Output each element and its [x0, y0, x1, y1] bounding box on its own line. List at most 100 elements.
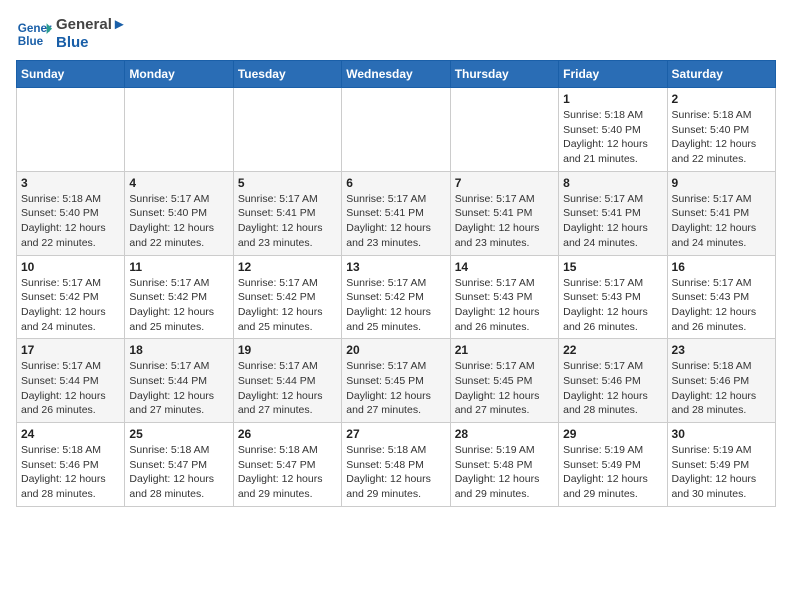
day-info: Sunrise: 5:17 AM Sunset: 5:42 PM Dayligh… [21, 276, 120, 335]
calendar-cell: 15Sunrise: 5:17 AM Sunset: 5:43 PM Dayli… [559, 255, 667, 339]
calendar-cell: 25 Sunrise: 5:18 AM Sunset: 5:47 PM Dayli… [125, 423, 233, 507]
day-info: Sunrise: 5:17 AM Sunset: 5:43 PM Dayligh… [563, 276, 662, 335]
day-info: Sunrise: 5:17 AM Sunset: 5:46 PM Dayligh… [563, 359, 662, 418]
calendar-week-2: 3Sunrise: 5:18 AM Sunset: 5:40 PM Daylig… [17, 171, 776, 255]
day-number: 23 [672, 343, 771, 357]
day-info: Sunrise: 5:17 AM Sunset: 5:41 PM Dayligh… [346, 192, 445, 251]
day-info: Sunrise: 5:18 AM Sunset: 5:47 PM Dayligh… [129, 443, 228, 502]
day-number: 5 [238, 176, 337, 190]
day-info: Sunrise: 5:17 AM Sunset: 5:41 PM Dayligh… [455, 192, 554, 251]
day-number: 8 [563, 176, 662, 190]
day-info: Sunrise: 5:19 AM Sunset: 5:49 PM Dayligh… [672, 443, 771, 502]
calendar-cell: 3Sunrise: 5:18 AM Sunset: 5:40 PM Daylig… [17, 171, 125, 255]
calendar-cell: 9Sunrise: 5:17 AM Sunset: 5:41 PM Daylig… [667, 171, 775, 255]
day-info: Sunrise: 5:17 AM Sunset: 5:43 PM Dayligh… [672, 276, 771, 335]
day-number: 13 [346, 260, 445, 274]
weekday-header-thursday: Thursday [450, 61, 558, 88]
day-info: Sunrise: 5:17 AM Sunset: 5:41 PM Dayligh… [563, 192, 662, 251]
calendar-table: SundayMondayTuesdayWednesdayThursdayFrid… [16, 60, 776, 507]
calendar-cell: 26Sunrise: 5:18 AM Sunset: 5:47 PM Dayli… [233, 423, 341, 507]
calendar-cell: 20 Sunrise: 5:17 AM Sunset: 5:45 PM Dayli… [342, 339, 450, 423]
day-info: Sunrise: 5:17 AM Sunset: 5:40 PM Dayligh… [129, 192, 228, 251]
page-header: General Blue General► Blue [16, 16, 776, 52]
weekday-header-wednesday: Wednesday [342, 61, 450, 88]
day-info: Sunrise: 5:18 AM Sunset: 5:40 PM Dayligh… [563, 108, 662, 167]
day-number: 1 [563, 92, 662, 106]
calendar-cell: 21 Sunrise: 5:17 AM Sunset: 5:45 PM Dayli… [450, 339, 558, 423]
day-info: Sunrise: 5:17 AM Sunset: 5:44 PM Dayligh… [129, 359, 228, 418]
day-info: Sunrise: 5:18 AM Sunset: 5:48 PM Dayligh… [346, 443, 445, 502]
calendar-cell: 16 Sunrise: 5:17 AM Sunset: 5:43 PM Dayli… [667, 255, 775, 339]
day-number: 17 [21, 343, 120, 357]
day-number: 29 [563, 427, 662, 441]
day-info: Sunrise: 5:17 AM Sunset: 5:42 PM Dayligh… [346, 276, 445, 335]
weekday-header-saturday: Saturday [667, 61, 775, 88]
calendar-cell: 2 Sunrise: 5:18 AM Sunset: 5:40 PM Daylig… [667, 88, 775, 172]
day-number: 10 [21, 260, 120, 274]
calendar-cell: 5 Sunrise: 5:17 AM Sunset: 5:41 PM Daylig… [233, 171, 341, 255]
calendar-cell: 29 Sunrise: 5:19 AM Sunset: 5:49 PM Dayli… [559, 423, 667, 507]
day-number: 21 [455, 343, 554, 357]
calendar-cell: 30Sunrise: 5:19 AM Sunset: 5:49 PM Dayli… [667, 423, 775, 507]
day-number: 25 [129, 427, 228, 441]
day-number: 6 [346, 176, 445, 190]
day-info: Sunrise: 5:18 AM Sunset: 5:47 PM Dayligh… [238, 443, 337, 502]
svg-text:Blue: Blue [18, 35, 44, 48]
calendar-cell: 28 Sunrise: 5:19 AM Sunset: 5:48 PM Dayli… [450, 423, 558, 507]
calendar-cell [125, 88, 233, 172]
day-info: Sunrise: 5:17 AM Sunset: 5:41 PM Dayligh… [672, 192, 771, 251]
calendar-week-3: 10 Sunrise: 5:17 AM Sunset: 5:42 PM Dayli… [17, 255, 776, 339]
day-info: Sunrise: 5:18 AM Sunset: 5:46 PM Dayligh… [21, 443, 120, 502]
day-info: Sunrise: 5:18 AM Sunset: 5:40 PM Dayligh… [672, 108, 771, 167]
calendar-header: SundayMondayTuesdayWednesdayThursdayFrid… [17, 61, 776, 88]
calendar-cell: 23Sunrise: 5:18 AM Sunset: 5:46 PM Dayli… [667, 339, 775, 423]
calendar-week-5: 24 Sunrise: 5:18 AM Sunset: 5:46 PM Dayli… [17, 423, 776, 507]
day-number: 12 [238, 260, 337, 274]
day-number: 2 [672, 92, 771, 106]
day-number: 24 [21, 427, 120, 441]
day-info: Sunrise: 5:17 AM Sunset: 5:44 PM Dayligh… [238, 359, 337, 418]
day-number: 16 [672, 260, 771, 274]
day-number: 18 [129, 343, 228, 357]
calendar-cell: 14 Sunrise: 5:17 AM Sunset: 5:43 PM Dayli… [450, 255, 558, 339]
day-number: 28 [455, 427, 554, 441]
calendar-cell: 17 Sunrise: 5:17 AM Sunset: 5:44 PM Dayli… [17, 339, 125, 423]
calendar-cell: 10 Sunrise: 5:17 AM Sunset: 5:42 PM Dayli… [17, 255, 125, 339]
calendar-cell: 18 Sunrise: 5:17 AM Sunset: 5:44 PM Dayli… [125, 339, 233, 423]
day-info: Sunrise: 5:17 AM Sunset: 5:44 PM Dayligh… [21, 359, 120, 418]
calendar-cell: 12 Sunrise: 5:17 AM Sunset: 5:42 PM Dayli… [233, 255, 341, 339]
day-info: Sunrise: 5:19 AM Sunset: 5:49 PM Dayligh… [563, 443, 662, 502]
calendar-cell: 6 Sunrise: 5:17 AM Sunset: 5:41 PM Daylig… [342, 171, 450, 255]
day-info: Sunrise: 5:17 AM Sunset: 5:42 PM Dayligh… [129, 276, 228, 335]
day-number: 4 [129, 176, 228, 190]
calendar-cell [17, 88, 125, 172]
calendar-cell: 19 Sunrise: 5:17 AM Sunset: 5:44 PM Dayli… [233, 339, 341, 423]
weekday-header-monday: Monday [125, 61, 233, 88]
day-info: Sunrise: 5:17 AM Sunset: 5:41 PM Dayligh… [238, 192, 337, 251]
day-info: Sunrise: 5:17 AM Sunset: 5:45 PM Dayligh… [346, 359, 445, 418]
weekday-header-friday: Friday [559, 61, 667, 88]
day-number: 3 [21, 176, 120, 190]
day-number: 27 [346, 427, 445, 441]
calendar-cell: 27 Sunrise: 5:18 AM Sunset: 5:48 PM Dayli… [342, 423, 450, 507]
calendar-cell: 4 Sunrise: 5:17 AM Sunset: 5:40 PM Daylig… [125, 171, 233, 255]
calendar-cell: 1 Sunrise: 5:18 AM Sunset: 5:40 PM Daylig… [559, 88, 667, 172]
weekday-header-sunday: Sunday [17, 61, 125, 88]
day-number: 14 [455, 260, 554, 274]
calendar-cell: 22Sunrise: 5:17 AM Sunset: 5:46 PM Dayli… [559, 339, 667, 423]
day-info: Sunrise: 5:19 AM Sunset: 5:48 PM Dayligh… [455, 443, 554, 502]
calendar-cell: 11Sunrise: 5:17 AM Sunset: 5:42 PM Dayli… [125, 255, 233, 339]
calendar-week-1: 1 Sunrise: 5:18 AM Sunset: 5:40 PM Daylig… [17, 88, 776, 172]
day-number: 20 [346, 343, 445, 357]
day-number: 19 [238, 343, 337, 357]
calendar-cell: 24 Sunrise: 5:18 AM Sunset: 5:46 PM Dayli… [17, 423, 125, 507]
logo: General Blue General► Blue [16, 16, 127, 52]
day-info: Sunrise: 5:17 AM Sunset: 5:43 PM Dayligh… [455, 276, 554, 335]
calendar-cell [342, 88, 450, 172]
day-info: Sunrise: 5:17 AM Sunset: 5:42 PM Dayligh… [238, 276, 337, 335]
calendar-week-4: 17 Sunrise: 5:17 AM Sunset: 5:44 PM Dayli… [17, 339, 776, 423]
logo-icon: General Blue [16, 16, 52, 52]
calendar-cell [450, 88, 558, 172]
day-info: Sunrise: 5:17 AM Sunset: 5:45 PM Dayligh… [455, 359, 554, 418]
calendar-cell [233, 88, 341, 172]
